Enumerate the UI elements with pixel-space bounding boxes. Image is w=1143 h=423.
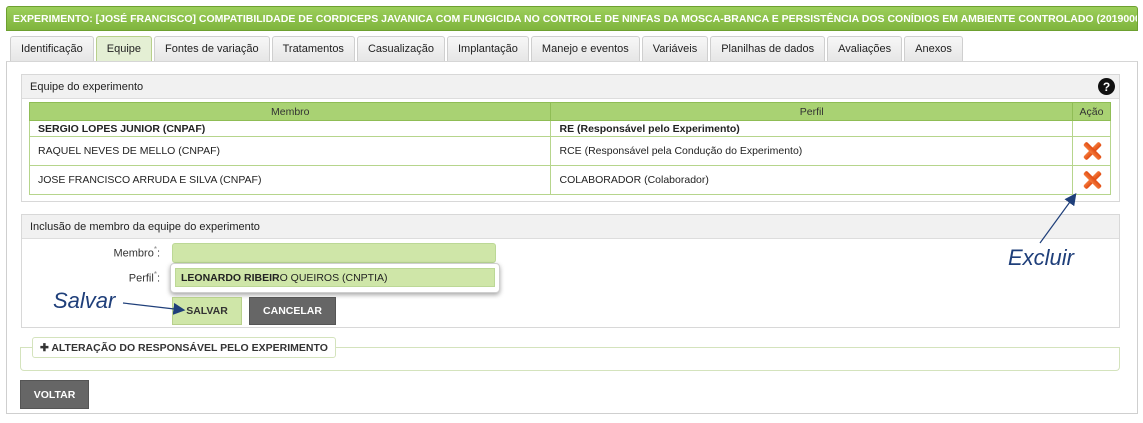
member-label: Membro*: bbox=[100, 245, 160, 260]
responsible-change-toggle[interactable]: ✚ ALTERAÇÃO DO RESPONSÁVEL PELO EXPERIME… bbox=[32, 337, 336, 358]
profile-label-text: Perfil bbox=[128, 272, 154, 285]
back-button[interactable]: VOLTAR bbox=[20, 380, 89, 409]
tab-implantacao[interactable]: Implantação bbox=[446, 36, 529, 61]
member-input[interactable] bbox=[172, 243, 496, 263]
tab-anexos[interactable]: Anexos bbox=[904, 36, 963, 61]
column-header-profile: Perfil bbox=[550, 102, 1073, 121]
divider bbox=[20, 347, 32, 348]
member-cell: RAQUEL NEVES DE MELLO (CNPAF) bbox=[28, 136, 552, 166]
action-cell bbox=[1072, 120, 1111, 137]
save-annotation: Salvar bbox=[53, 288, 116, 313]
save-button[interactable]: SALVAR bbox=[172, 297, 242, 325]
tab-equipe[interactable]: Equipe bbox=[95, 36, 153, 61]
autocomplete-match-text: LEONARDO RIBEIR bbox=[181, 271, 280, 284]
tab-fontes-de-variacao[interactable]: Fontes de variação bbox=[154, 36, 270, 61]
tab-casualizacao[interactable]: Casualização bbox=[356, 36, 445, 61]
delete-icon[interactable] bbox=[1082, 170, 1102, 190]
delete-icon[interactable] bbox=[1082, 141, 1102, 161]
add-member-section-title: Inclusão de membro da equipe do experime… bbox=[22, 215, 1119, 239]
label-colon: : bbox=[156, 272, 160, 285]
tab-variaveis[interactable]: Variáveis bbox=[641, 36, 709, 61]
autocomplete-dropdown: LEONARDO RIBEIR O QUEIROS (CNPTIA) bbox=[170, 263, 500, 293]
label-colon: : bbox=[156, 247, 160, 260]
tab-tratamentos[interactable]: Tratamentos bbox=[271, 36, 355, 61]
autocomplete-option[interactable]: LEONARDO RIBEIR O QUEIROS (CNPTIA) bbox=[175, 268, 495, 287]
member-label-text: Membro bbox=[113, 247, 154, 260]
action-cell bbox=[1072, 165, 1111, 195]
divider bbox=[320, 347, 1120, 348]
column-header-member: Membro bbox=[28, 102, 552, 121]
column-header-action: Ação bbox=[1072, 102, 1111, 121]
profile-cell: COLABORADOR (Colaborador) bbox=[550, 165, 1073, 195]
delete-annotation: Excluir bbox=[1008, 245, 1075, 270]
member-cell: JOSE FRANCISCO ARRUDA E SILVA (CNPAF) bbox=[28, 165, 552, 195]
tab-identificacao[interactable]: Identificação bbox=[10, 36, 94, 61]
team-section-title: Equipe do experimento bbox=[22, 75, 1119, 99]
cancel-button[interactable]: CANCELAR bbox=[249, 297, 336, 325]
tab-planilhas-de-dados[interactable]: Planilhas de dados bbox=[710, 36, 826, 61]
tab-manejo-e-eventos[interactable]: Manejo e eventos bbox=[530, 36, 640, 61]
table-row: RAQUEL NEVES DE MELLO (CNPAF) RCE (Respo… bbox=[28, 136, 1111, 166]
tab-avaliacoes[interactable]: Avaliações bbox=[827, 36, 903, 61]
profile-label: Perfil*: bbox=[100, 270, 160, 285]
experiment-title: EXPERIMENTO: [JOSÉ FRANCISCO] COMPATIBIL… bbox=[13, 12, 1138, 25]
table-row: SERGIO LOPES JUNIOR (CNPAF) RE (Responsá… bbox=[28, 120, 1111, 137]
member-cell: SERGIO LOPES JUNIOR (CNPAF) bbox=[28, 120, 552, 137]
help-icon[interactable]: ? bbox=[1098, 78, 1115, 95]
action-cell bbox=[1072, 136, 1111, 166]
add-member-section-title-text: Inclusão de membro da equipe do experime… bbox=[30, 220, 260, 233]
table-row: JOSE FRANCISCO ARRUDA E SILVA (CNPAF) CO… bbox=[28, 165, 1111, 195]
tab-bar: Identificação Equipe Fontes de variação … bbox=[10, 36, 963, 61]
experiment-title-bar: EXPERIMENTO: [JOSÉ FRANCISCO] COMPATIBIL… bbox=[6, 6, 1138, 31]
profile-cell: RE (Responsável pelo Experimento) bbox=[550, 120, 1073, 137]
autocomplete-rest-text: O QUEIROS (CNPTIA) bbox=[279, 271, 388, 284]
profile-cell: RCE (Responsável pela Condução do Experi… bbox=[550, 136, 1073, 166]
team-section-title-text: Equipe do experimento bbox=[30, 80, 144, 93]
team-table: Membro Perfil Ação SERGIO LOPES JUNIOR (… bbox=[28, 102, 1111, 195]
